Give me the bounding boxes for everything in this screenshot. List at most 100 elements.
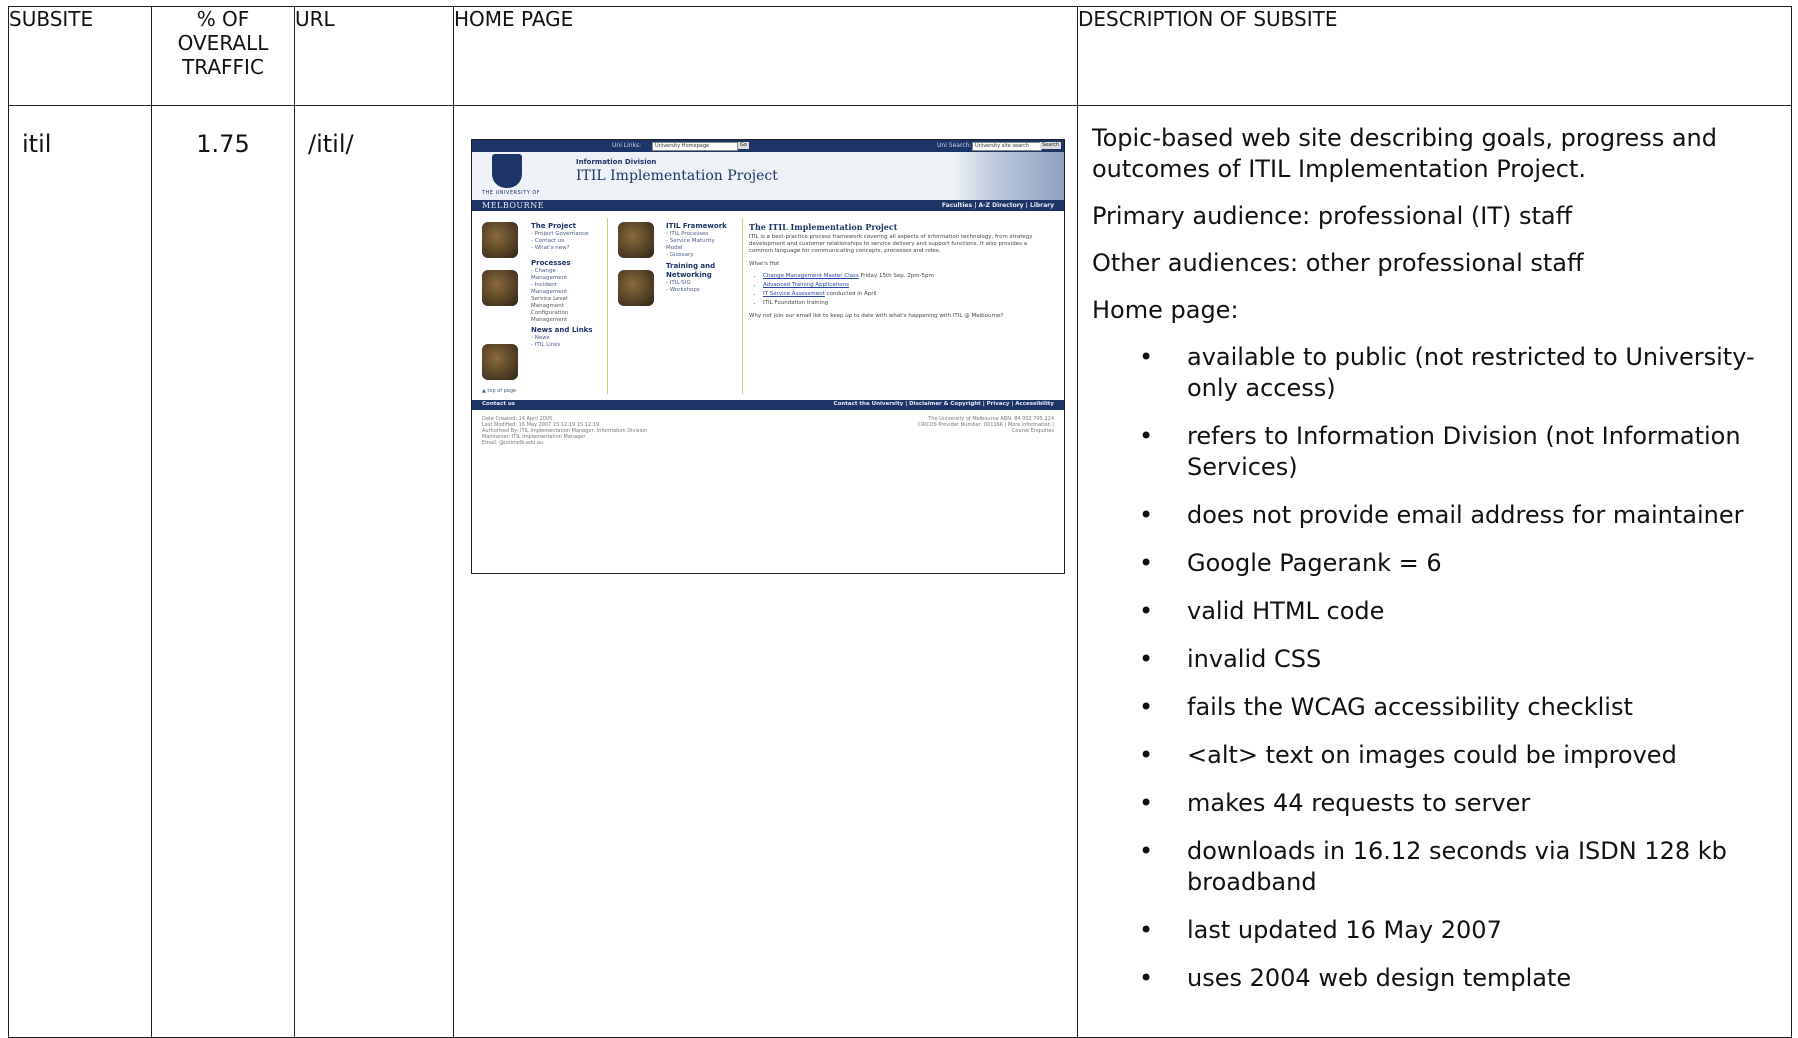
thumb-top-of-page-link: ▲ top of page: [482, 388, 517, 394]
thumb-link: Change Management Master Class: [763, 273, 859, 279]
thumb-header: THE UNIVERSITY OF Information Division I…: [472, 152, 1064, 200]
thumb-uni-links-label: Uni Links:: [612, 142, 642, 149]
cell-url: /itil/: [294, 105, 454, 1038]
list-item: • makes 44 requests to server: [1092, 788, 1787, 819]
cell-description: Topic-based web site describing goals, p…: [1077, 105, 1792, 1038]
thumb-col1: The Project - Project Governance - Conta…: [531, 222, 593, 349]
thumb-image-training: [618, 270, 654, 306]
header-description-text: DESCRIPTION OF SUBSITE: [1078, 7, 1338, 31]
subsite-name: itil: [22, 130, 52, 158]
primary-audience: Primary audience: professional (IT) staf…: [1092, 202, 1573, 230]
list-item: IT Service Assessment conducted in April: [763, 290, 1049, 299]
thumb-section-title: Processes: [531, 259, 571, 267]
other-audiences: Other audiences: other professional staf…: [1092, 249, 1584, 277]
bullet-icon: •: [1139, 343, 1154, 371]
thumb-footer-bar: Contact us Contact the University | Disc…: [472, 400, 1064, 410]
thumb-link: - ITIL-SIG: [666, 280, 691, 286]
list-item: • uses 2004 web design template: [1092, 963, 1787, 994]
bullet-text: does not provide email address for maint…: [1187, 501, 1744, 529]
header-home-page-text: HOME PAGE: [454, 7, 574, 31]
header-home-page: HOME PAGE: [453, 6, 1078, 106]
thumb-main-heading: The ITIL Implementation Project: [749, 222, 898, 232]
bullet-icon: •: [1139, 693, 1154, 721]
thumb-footer-right: Contact the University | Disclaimer & Co…: [833, 401, 1054, 407]
bullet-icon: •: [1139, 741, 1154, 769]
header-traffic-line3: TRAFFIC: [182, 55, 264, 79]
thumb-link: Model: [666, 245, 683, 251]
bullet-icon: •: [1139, 837, 1154, 865]
thumb-text: Friday 15th Sep. 2pm-5pm: [858, 273, 934, 279]
bullet-text: uses 2004 web design template: [1187, 964, 1572, 992]
thumb-footer-left: Contact us: [482, 401, 516, 407]
bullet-icon: •: [1139, 501, 1154, 529]
thumb-link: - Workshops: [666, 287, 700, 293]
thumb-link: - Contact us: [531, 238, 565, 244]
thumb-text: conducted in April: [824, 291, 877, 297]
thumb-image-news: [482, 344, 518, 380]
description-block: Topic-based web site describing goals, p…: [1078, 106, 1791, 994]
thumb-nav-bar: MELBOURNE Faculties | A-Z Directory | Li…: [472, 200, 1064, 211]
thumb-join-text: Why not join our email list to keep up t…: [749, 313, 1004, 319]
thumb-meta-line: Course Enquiries: [1011, 428, 1054, 434]
header-description: DESCRIPTION OF SUBSITE: [1077, 6, 1792, 106]
list-item: • valid HTML code: [1092, 596, 1787, 627]
bullet-icon: •: [1139, 422, 1154, 450]
header-row: SUBSITE % OF OVERALL TRAFFIC URL HOME PA…: [8, 6, 1792, 106]
thumb-link: - Incident: [531, 282, 557, 288]
list-item: • refers to Information Division (not Inf…: [1092, 421, 1787, 483]
bullet-icon: •: [1139, 916, 1154, 944]
thumb-text: ITIL Foundation training: [763, 300, 829, 306]
home-page-bullets: • available to public (not restricted to …: [1092, 342, 1791, 994]
thumb-main-content: The ITIL Implementation Project ITIL is …: [749, 222, 1049, 320]
thumb-search-button: Search: [1040, 142, 1062, 149]
list-item: • does not provide email address for main…: [1092, 500, 1787, 531]
header-traffic-line2: OVERALL: [177, 31, 269, 55]
university-crest-icon: [492, 154, 522, 188]
list-item: • Google Pagerank = 6: [1092, 548, 1787, 579]
thumb-uni-links-select: University Homepage: [652, 142, 738, 151]
thumb-text: Managment: [531, 303, 564, 309]
thumb-crest-label: THE UNIVERSITY OF: [482, 190, 541, 196]
thumb-image-framework: [618, 222, 654, 258]
home-page-label: Home page:: [1092, 296, 1239, 324]
thumb-divider: [742, 218, 743, 394]
thumb-text: Configuration: [531, 310, 569, 316]
thumb-hot-list: Change Management Master Class Friday 15…: [763, 272, 1049, 308]
cell-traffic: 1.75: [151, 105, 295, 1038]
thumb-whats-hot: What's Hot: [749, 261, 780, 267]
bullet-text: last updated 16 May 2007: [1187, 916, 1502, 944]
header-subsite: SUBSITE: [8, 6, 152, 106]
description-intro: Topic-based web site describing goals, p…: [1092, 124, 1717, 183]
thumb-link: - What's new?: [531, 245, 570, 251]
header-subsite-text: SUBSITE: [9, 7, 94, 31]
thumb-section-title: Training and Networking: [666, 262, 716, 279]
bullet-text: valid HTML code: [1187, 597, 1385, 625]
thumb-section-title: News and Links: [531, 326, 593, 334]
thumb-meta: Date Created: 14 April 2005 Last Modifie…: [482, 416, 647, 446]
thumb-link: IT Service Assessment: [763, 291, 825, 297]
thumb-nav-links: Faculties | A-Z Directory | Library: [941, 202, 1054, 209]
thumb-link: - ITIL Links: [531, 342, 561, 348]
thumb-link: - Change: [531, 268, 556, 274]
header-url-text: URL: [295, 7, 335, 31]
list-item: Change Management Master Class Friday 15…: [763, 272, 1049, 281]
thumb-go-button: Go: [738, 142, 749, 149]
bullet-text: <alt> text on images could be improved: [1187, 741, 1677, 769]
bullet-icon: •: [1139, 645, 1154, 673]
list-item: • last updated 16 May 2007: [1092, 915, 1787, 946]
thumb-division: Information Division: [576, 158, 657, 166]
header-traffic: % OF OVERALL TRAFFIC: [151, 6, 295, 106]
thumb-link: - News: [531, 335, 550, 341]
home-page-screenshot: Uni Links: University Homepage Go Uni Se…: [471, 139, 1065, 574]
thumb-link: Advanced Training Applications: [763, 282, 849, 288]
thumb-university-name: MELBOURNE: [482, 201, 545, 210]
thumb-meta-right: The University of Melbourne ABN: 84 002 …: [918, 416, 1054, 434]
thumb-main-text: ITIL is a best-practice process framewor…: [749, 234, 1033, 254]
list-item: • <alt> text on images could be improved: [1092, 740, 1787, 771]
thumb-col2: ITIL Framework - ITIL Processes - Servic…: [666, 222, 727, 294]
thumb-section-title: The Project: [531, 222, 576, 230]
bullet-icon: •: [1139, 597, 1154, 625]
list-item: • downloads in 16.12 seconds via ISDN 128…: [1092, 836, 1787, 898]
list-item: • fails the WCAG accessibility checklist: [1092, 692, 1787, 723]
bullet-text: refers to Information Division (not Info…: [1187, 422, 1741, 481]
